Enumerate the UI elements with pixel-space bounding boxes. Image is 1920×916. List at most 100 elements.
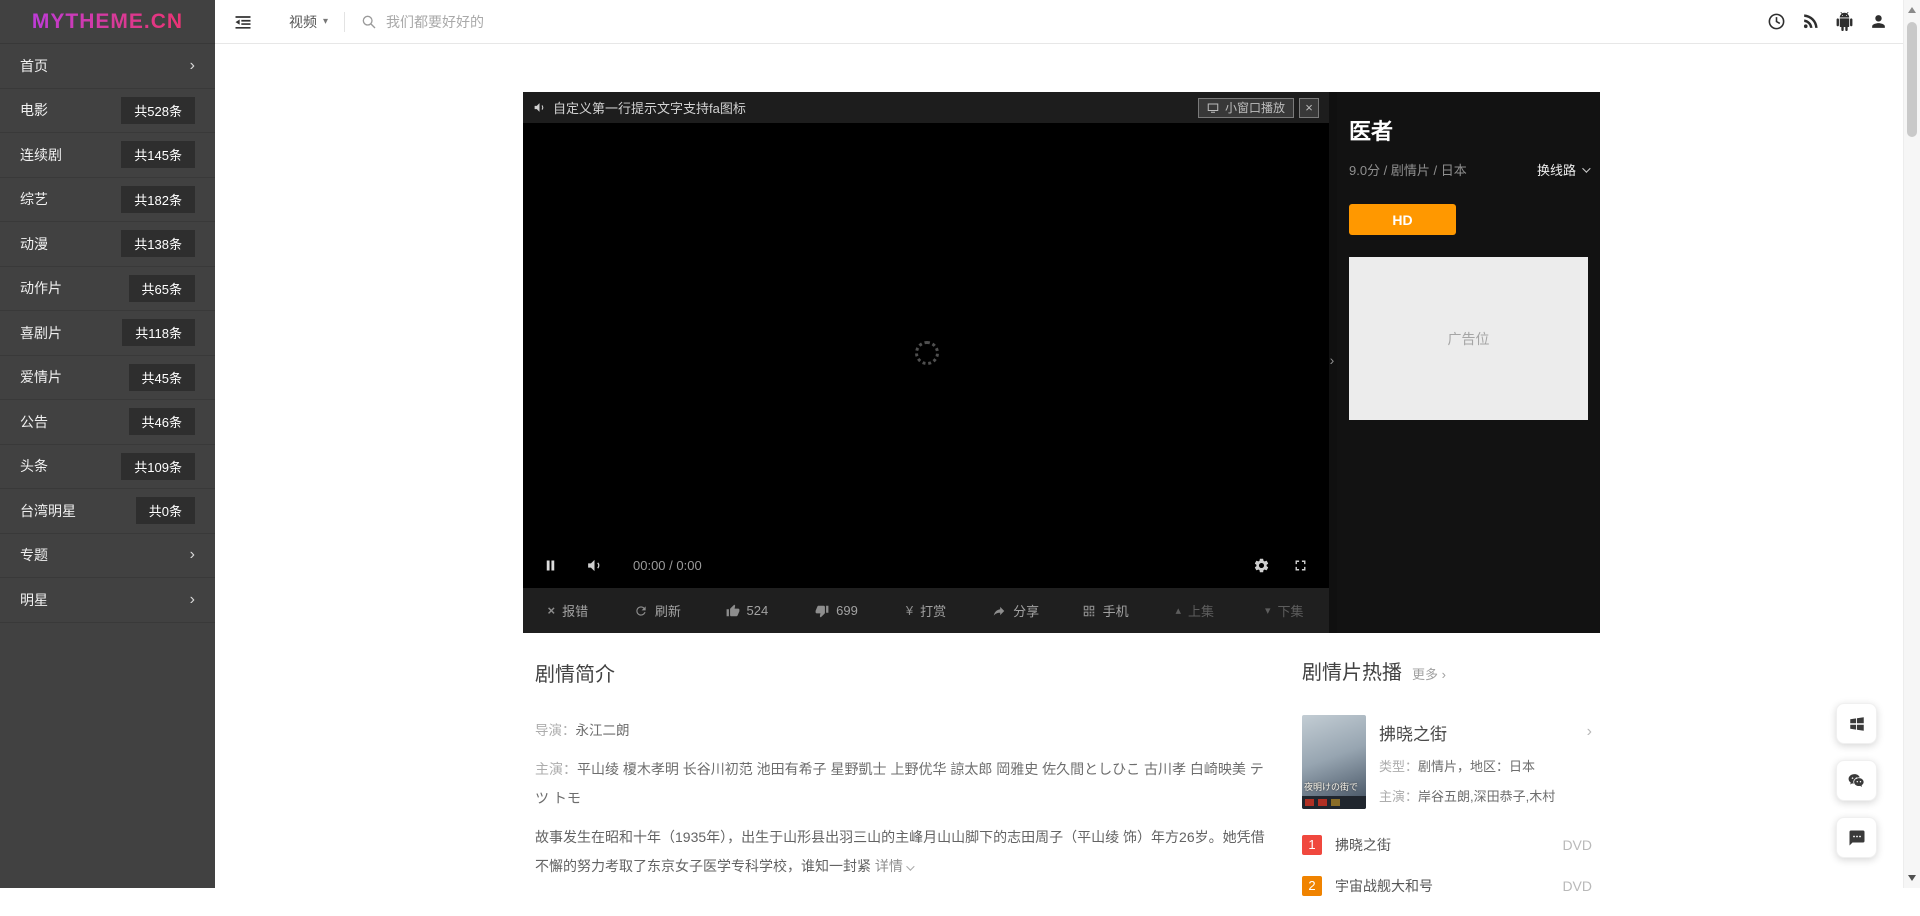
- player-notice-text: 自定义第一行提示文字支持fa图标: [553, 98, 746, 117]
- search-input[interactable]: [386, 14, 806, 30]
- volume-button[interactable]: [586, 557, 603, 574]
- feedback-button[interactable]: [1836, 817, 1877, 858]
- scroll-down-arrow-icon[interactable]: [1908, 875, 1916, 881]
- windows-icon: [1848, 715, 1866, 733]
- toolbar-label: 刷新: [655, 601, 681, 620]
- playback-time: 00:00 / 0:00: [633, 558, 702, 573]
- player-controls: 00:00 / 0:00: [523, 542, 1329, 588]
- close-x-icon: ×: [547, 603, 555, 618]
- poster-thumbnail: 夜明けの街で: [1302, 715, 1366, 809]
- close-icon[interactable]: ×: [1299, 98, 1319, 118]
- sidebar-item-home[interactable]: 首页 ›: [0, 44, 215, 89]
- caret-down-icon: ▾: [323, 16, 328, 27]
- panel-expander[interactable]: ›: [1327, 347, 1337, 373]
- pip-button[interactable]: 小窗口播放: [1198, 98, 1294, 118]
- sidebar-item-stars[interactable]: 明星 ›: [0, 578, 215, 623]
- sidebar-item-label: 专题: [20, 545, 48, 565]
- pip-controls: 小窗口播放 ×: [1198, 98, 1319, 118]
- video-info-panel: 医者 9.0分 / 剧情片 / 日本 换线路 HD 广告位: [1337, 92, 1600, 633]
- sidebar-item-series[interactable]: 连续剧 共145条: [0, 133, 215, 178]
- pip-label: 小窗口播放: [1225, 99, 1285, 116]
- hot-heading: 剧情片热播: [1302, 656, 1402, 685]
- sidebar-item-anime[interactable]: 动漫 共138条: [0, 222, 215, 267]
- sidebar-item-comedy[interactable]: 喜剧片 共118条: [0, 311, 215, 356]
- report-error-button[interactable]: × 报错: [523, 601, 613, 620]
- sidebar-item-announcement[interactable]: 公告 共46条: [0, 400, 215, 445]
- thumbs-up-icon: [726, 604, 740, 618]
- tv-icon: [1207, 102, 1219, 114]
- thumbs-down-button[interactable]: 699: [792, 603, 882, 618]
- toolbar-label: 手机: [1103, 601, 1129, 620]
- rss-icon[interactable]: [1801, 12, 1820, 31]
- user-icon[interactable]: [1869, 12, 1888, 31]
- sidebar-item-label: 首页: [20, 56, 48, 76]
- sidebar-item-label: 电影: [20, 100, 48, 120]
- count-badge: 共65条: [129, 275, 195, 302]
- thumbs-up-button[interactable]: 524: [702, 603, 792, 618]
- mobile-qr-button[interactable]: 手机: [1060, 601, 1150, 620]
- more-link[interactable]: 更多 ›: [1412, 664, 1446, 683]
- rank-tag: DVD: [1562, 878, 1592, 894]
- sidebar-item-variety[interactable]: 综艺 共182条: [0, 178, 215, 223]
- video-player[interactable]: 自定义第一行提示文字支持fa图标 小窗口播放 ×: [523, 92, 1329, 633]
- sidebar: MYTHEME.CN 首页 › 电影 共528条 连续剧 共145条 综艺 共1…: [0, 0, 215, 888]
- rank-item-2[interactable]: 2 宇宙战舰大和号 DVD: [1302, 875, 1592, 896]
- site-logo[interactable]: MYTHEME.CN: [0, 0, 215, 44]
- director-line: 导演：永江二朗: [535, 720, 1277, 742]
- detail-expand-link[interactable]: 详情: [875, 858, 912, 874]
- loading-spinner-icon: [915, 341, 939, 365]
- menu-outdent-icon[interactable]: [233, 12, 253, 32]
- story-paragraph: 故事发生在昭和十年（1935年），出生于山形县出羽三山的主峰月山山脚下的志田周子…: [535, 823, 1277, 881]
- category-dropdown[interactable]: 视频 ▾: [289, 12, 328, 32]
- floating-buttons: [1836, 703, 1877, 858]
- video-meta-row: 9.0分 / 剧情片 / 日本 换线路: [1349, 160, 1588, 179]
- topbar-icons: [1767, 12, 1888, 31]
- hot-heading-row: 剧情片热播 更多 ›: [1302, 656, 1592, 685]
- wechat-button[interactable]: [1836, 760, 1877, 801]
- toolbar-label: 上集: [1188, 601, 1214, 620]
- next-episode-button[interactable]: ▾ 下集: [1240, 601, 1330, 620]
- poster-caption: 夜明けの街で: [1304, 780, 1364, 793]
- quality-hd-button[interactable]: HD: [1349, 204, 1456, 235]
- sidebar-item-label: 头条: [20, 456, 48, 476]
- cast-label: 主演：: [1379, 789, 1418, 804]
- chevron-right-icon: ›: [190, 58, 195, 74]
- refresh-button[interactable]: 刷新: [613, 601, 703, 620]
- history-clock-icon[interactable]: [1767, 12, 1786, 31]
- sidebar-item-headlines[interactable]: 头条 共109条: [0, 445, 215, 490]
- divider: [344, 12, 345, 32]
- previous-episode-button[interactable]: ▴ 上集: [1150, 601, 1240, 620]
- rank-tag: DVD: [1562, 837, 1592, 853]
- scrollbar-thumb[interactable]: [1907, 22, 1917, 137]
- sidebar-item-taiwan-stars[interactable]: 台湾明星 共0条: [0, 489, 215, 534]
- rank-title: 宇宙战舰大和号: [1335, 876, 1433, 896]
- rank-item-1[interactable]: 1 拂晓之街 DVD: [1302, 834, 1592, 855]
- dislike-count: 699: [836, 603, 858, 618]
- settings-gear-icon[interactable]: [1253, 557, 1270, 574]
- android-app-icon[interactable]: [1835, 12, 1854, 31]
- sidebar-item-romance[interactable]: 爱情片 共45条: [0, 356, 215, 401]
- count-badge: 共145条: [121, 141, 195, 168]
- count-badge: 共45条: [129, 364, 195, 391]
- windows-client-button[interactable]: [1836, 703, 1877, 744]
- pause-button[interactable]: [543, 558, 558, 573]
- fullscreen-icon[interactable]: [1292, 557, 1309, 574]
- switch-line-dropdown[interactable]: 换线路: [1537, 160, 1588, 179]
- poster-band: [1302, 796, 1366, 809]
- sidebar-item-movies[interactable]: 电影 共528条: [0, 89, 215, 134]
- featured-card[interactable]: 夜明けの街で 拂晓之街 › 类型：剧情片，地区：日本 主演：岸谷五朗,深田恭子,…: [1302, 715, 1592, 809]
- reward-button[interactable]: ¥ 打赏: [881, 601, 971, 620]
- share-button[interactable]: 分享: [971, 601, 1061, 620]
- type-value: 剧情片，地区：日本: [1418, 759, 1535, 774]
- chevron-right-icon: ›: [190, 592, 195, 608]
- player-notice-bar: 自定义第一行提示文字支持fa图标 小窗口播放 ×: [523, 92, 1329, 123]
- chevron-down-icon: [1582, 164, 1590, 172]
- sidebar-item-topics[interactable]: 专题 ›: [0, 534, 215, 579]
- player-block: 自定义第一行提示文字支持fa图标 小窗口播放 ×: [523, 92, 1600, 633]
- sidebar-item-action[interactable]: 动作片 共65条: [0, 267, 215, 312]
- like-count: 524: [747, 603, 769, 618]
- scroll-up-arrow-icon[interactable]: [1908, 7, 1916, 13]
- cast-value: 平山绫 榎木孝明 长谷川初范 池田有希子 星野凱士 上野优华 諒太郎 岡雅史 佐…: [535, 761, 1264, 806]
- page-scrollbar[interactable]: [1903, 0, 1920, 888]
- video-surface[interactable]: 00:00 / 0:00: [523, 123, 1329, 588]
